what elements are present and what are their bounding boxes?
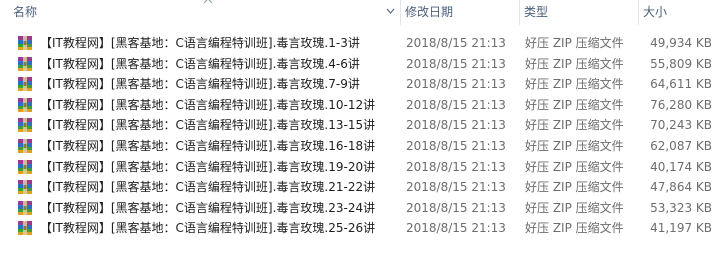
zip-archive-icon [18, 138, 32, 153]
zip-archive-icon [18, 36, 32, 50]
file-date: 2018/8/15 21:13 [406, 200, 506, 215]
file-row[interactable]: 【IT教程网】[黑客基地：C语言编程特训班].毒言玫瑰.21-22讲 2018/… [0, 177, 724, 198]
file-size: 62,087 KB [650, 138, 712, 153]
file-date: 2018/8/15 21:13 [406, 77, 506, 92]
file-row[interactable]: 【IT教程网】[黑客基地：C语言编程特训班].毒言玫瑰.1-3讲 2018/8/… [0, 33, 724, 54]
file-row[interactable]: 【IT教程网】[黑客基地：C语言编程特训班].毒言玫瑰.13-15讲 2018/… [0, 115, 724, 136]
file-type: 好压 ZIP 压缩文件 [525, 221, 624, 236]
file-name: 【IT教程网】[黑客基地：C语言编程特训班].毒言玫瑰.7-9讲 [40, 77, 360, 92]
file-name: 【IT教程网】[黑客基地：C语言编程特训班].毒言玫瑰.23-24讲 [40, 200, 376, 215]
chevron-down-icon[interactable] [386, 8, 395, 15]
file-name: 【IT教程网】[黑客基地：C语言编程特训班].毒言玫瑰.19-20讲 [40, 159, 376, 174]
file-size: 64,611 KB [650, 77, 712, 92]
file-date: 2018/8/15 21:13 [406, 138, 506, 153]
file-row[interactable]: 【IT教程网】[黑客基地：C语言编程特训班].毒言玫瑰.23-24讲 2018/… [0, 198, 724, 219]
file-type: 好压 ZIP 压缩文件 [525, 138, 624, 153]
file-row[interactable]: 【IT教程网】[黑客基地：C语言编程特训班].毒言玫瑰.10-12讲 2018/… [0, 95, 724, 116]
file-size: 70,243 KB [650, 118, 712, 133]
file-type: 好压 ZIP 压缩文件 [525, 159, 624, 174]
file-name: 【IT教程网】[黑客基地：C语言编程特训班].毒言玫瑰.25-26讲 [40, 221, 376, 236]
file-date: 2018/8/15 21:13 [406, 221, 506, 236]
column-header-date[interactable]: 修改日期 [401, 0, 520, 25]
file-rows: 【IT教程网】[黑客基地：C语言编程特训班].毒言玫瑰.1-3讲 2018/8/… [0, 33, 724, 239]
file-size: 47,864 KB [650, 180, 712, 195]
file-type: 好压 ZIP 压缩文件 [525, 56, 624, 71]
file-size: 53,323 KB [650, 200, 712, 215]
file-date: 2018/8/15 21:13 [406, 36, 506, 50]
zip-archive-icon [18, 221, 32, 236]
file-type: 好压 ZIP 压缩文件 [525, 180, 624, 195]
zip-archive-icon [18, 159, 32, 174]
file-type: 好压 ZIP 压缩文件 [525, 36, 624, 50]
zip-archive-icon [18, 180, 32, 195]
file-list-view: 名称 修改日期 类型 大小 【IT教程网】[黑客基地：C语言编程特训班].毒言玫… [0, 0, 724, 254]
zip-archive-icon [18, 97, 32, 112]
file-size: 41,197 KB [650, 221, 712, 236]
file-date: 2018/8/15 21:13 [406, 97, 506, 112]
column-header-type[interactable]: 类型 [520, 0, 639, 25]
file-date: 2018/8/15 21:13 [406, 159, 506, 174]
file-row[interactable]: 【IT教程网】[黑客基地：C语言编程特训班].毒言玫瑰.19-20讲 2018/… [0, 157, 724, 178]
file-type: 好压 ZIP 压缩文件 [525, 200, 624, 215]
file-row[interactable]: 【IT教程网】[黑客基地：C语言编程特训班].毒言玫瑰.25-26讲 2018/… [0, 218, 724, 239]
column-header-type-label: 类型 [524, 5, 549, 19]
file-name: 【IT教程网】[黑客基地：C语言编程特训班].毒言玫瑰.16-18讲 [40, 138, 376, 153]
file-name: 【IT教程网】[黑客基地：C语言编程特训班].毒言玫瑰.4-6讲 [40, 56, 360, 71]
column-header-bar: 名称 修改日期 类型 大小 [0, 0, 724, 25]
column-header-name[interactable]: 名称 [0, 0, 401, 25]
file-date: 2018/8/15 21:13 [406, 56, 506, 71]
column-header-name-label: 名称 [13, 5, 38, 19]
file-name: 【IT教程网】[黑客基地：C语言编程特训班].毒言玫瑰.10-12讲 [40, 97, 376, 112]
file-date: 2018/8/15 21:13 [406, 180, 506, 195]
file-type: 好压 ZIP 压缩文件 [525, 118, 624, 133]
file-type: 好压 ZIP 压缩文件 [525, 97, 624, 112]
file-size: 40,174 KB [650, 159, 712, 174]
file-row[interactable]: 【IT教程网】[黑客基地：C语言编程特训班].毒言玫瑰.4-6讲 2018/8/… [0, 54, 724, 75]
file-name: 【IT教程网】[黑客基地：C语言编程特训班].毒言玫瑰.21-22讲 [40, 180, 376, 195]
file-name: 【IT教程网】[黑客基地：C语言编程特训班].毒言玫瑰.13-15讲 [40, 118, 376, 133]
file-size: 55,809 KB [650, 56, 712, 71]
column-header-size[interactable]: 大小 [639, 0, 724, 25]
column-header-size-label: 大小 [643, 5, 668, 19]
file-size: 49,934 KB [650, 36, 712, 50]
zip-archive-icon [18, 77, 32, 92]
file-size: 76,280 KB [650, 97, 712, 112]
file-name: 【IT教程网】[黑客基地：C语言编程特训班].毒言玫瑰.1-3讲 [40, 36, 360, 50]
sort-ascending-icon [203, 0, 213, 4]
zip-archive-icon [18, 56, 32, 71]
zip-archive-icon [18, 200, 32, 215]
file-type: 好压 ZIP 压缩文件 [525, 77, 624, 92]
column-header-date-label: 修改日期 [405, 5, 454, 19]
file-row[interactable]: 【IT教程网】[黑客基地：C语言编程特训班].毒言玫瑰.7-9讲 2018/8/… [0, 74, 724, 95]
zip-archive-icon [18, 118, 32, 133]
file-date: 2018/8/15 21:13 [406, 118, 506, 133]
file-row[interactable]: 【IT教程网】[黑客基地：C语言编程特训班].毒言玫瑰.16-18讲 2018/… [0, 136, 724, 157]
